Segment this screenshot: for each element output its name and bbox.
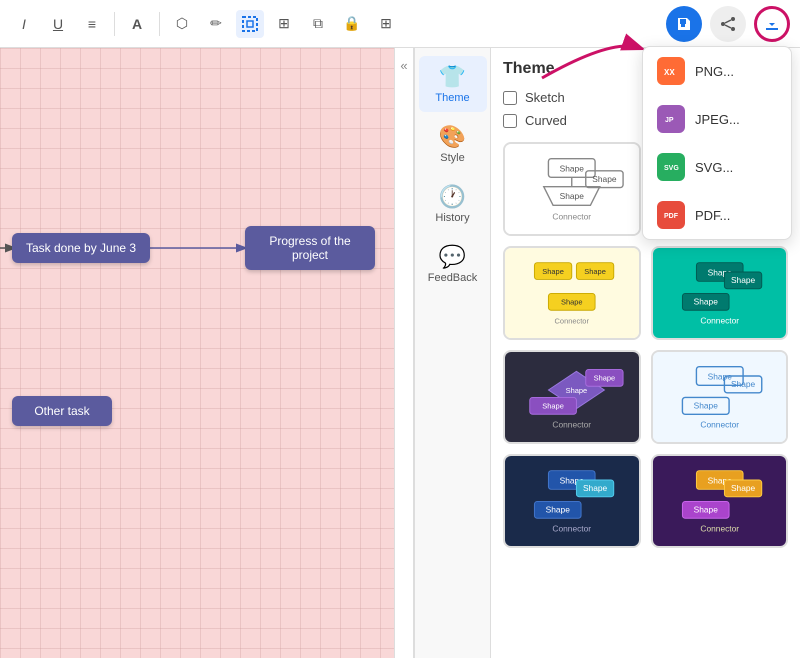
separator1 (114, 12, 115, 36)
node-other[interactable]: Other task (12, 396, 112, 426)
theme-card-teal[interactable]: Shape Shape Shape Connector (651, 246, 789, 340)
svg-text:Shape: Shape (594, 374, 616, 383)
share-button[interactable] (710, 6, 746, 42)
sidebar-item-history[interactable]: 🕐 History (419, 176, 487, 232)
select-button[interactable] (236, 10, 264, 38)
svg-text:SVG: SVG (664, 165, 679, 172)
svg-text:Connector: Connector (700, 523, 739, 533)
jpeg-icon: JP (657, 105, 685, 133)
svg-text:Shape: Shape (707, 372, 732, 382)
svg-text:XX: XX (664, 68, 675, 77)
crop-button[interactable]: ⊞ (270, 10, 298, 38)
theme-card-navy[interactable]: Shape Shape Shape Connector (503, 454, 641, 548)
history-icon: 🕐 (439, 184, 466, 210)
export-pdf[interactable]: PDF PDF... (643, 191, 791, 239)
node-other-label: Other task (34, 404, 89, 418)
lock-button[interactable]: 🔒 (338, 10, 366, 38)
node-progress-label: Progress of theproject (269, 234, 350, 262)
svg-text:Connector: Connector (555, 316, 590, 325)
draw-button[interactable]: ✏ (202, 10, 230, 38)
svg-text:Shape: Shape (592, 174, 617, 184)
theme-card-purple[interactable]: Shape Shape Shape Connector (651, 454, 789, 548)
history-label: History (435, 212, 469, 224)
curved-checkbox[interactable] (503, 114, 517, 128)
style-label: Style (440, 152, 464, 164)
italic-button[interactable]: I (10, 10, 38, 38)
collapse-icon: « (400, 58, 407, 73)
shape-button[interactable]: ⬡ (168, 10, 196, 38)
svg-text:Connector: Connector (552, 211, 591, 221)
node-progress[interactable]: Progress of theproject (245, 226, 375, 270)
separator2 (159, 12, 160, 36)
svg-text:Shape: Shape (561, 298, 583, 307)
export-svg[interactable]: SVG SVG... (643, 143, 791, 191)
export-jpeg-label: JPEG... (695, 112, 740, 127)
svg-text:Shape: Shape (542, 267, 564, 276)
sketch-label: Sketch (525, 90, 565, 105)
theme-card-default[interactable]: Shape Shape Shape Connector (503, 142, 641, 236)
svg-text:Shape: Shape (546, 505, 571, 515)
save-button[interactable] (666, 6, 702, 42)
export-png[interactable]: XX PNG... (643, 47, 791, 95)
svg-text:Shape: Shape (730, 379, 755, 389)
sketch-checkbox[interactable] (503, 91, 517, 105)
canvas-connections (0, 48, 394, 658)
theme-card-lightblue[interactable]: Shape Shape Shape Connector (651, 350, 789, 444)
duplicate-button[interactable]: ⧉ (304, 10, 332, 38)
canvas-area[interactable]: Task done by June 3 Progress of theproje… (0, 48, 394, 658)
node-task[interactable]: Task done by June 3 (12, 233, 150, 263)
svg-text:Shape: Shape (560, 164, 585, 174)
export-png-label: PNG... (695, 64, 734, 79)
svg-text:Shape: Shape (693, 401, 718, 411)
png-icon: XX (657, 57, 685, 85)
svg-text:Shape: Shape (542, 402, 564, 411)
svg-text:Connector: Connector (552, 523, 591, 533)
theme-card-dark[interactable]: Shape Shape Shape Connector (503, 350, 641, 444)
export-jpeg[interactable]: JP JPEG... (643, 95, 791, 143)
text-button[interactable]: A (123, 10, 151, 38)
export-button[interactable] (754, 6, 790, 42)
toolbar-right (666, 6, 790, 42)
svg-text:Shape: Shape (583, 483, 608, 493)
feedback-icon: 💬 (439, 244, 466, 270)
svg-text:Shape: Shape (730, 483, 755, 493)
underline-button[interactable]: U (44, 10, 72, 38)
theme-card-yellow[interactable]: Shape Shape Shape Connector (503, 246, 641, 340)
style-icon: 🎨 (439, 124, 466, 150)
sidebar-item-theme[interactable]: 👕 Theme (419, 56, 487, 112)
sidebar-item-style[interactable]: 🎨 Style (419, 116, 487, 172)
svg-text:Shape: Shape (693, 505, 718, 515)
list-button[interactable]: ≡ (78, 10, 106, 38)
svg-icon: SVG (657, 153, 685, 181)
svg-text:Shape: Shape (566, 386, 588, 395)
svg-text:PDF: PDF (664, 213, 679, 220)
pdf-icon: PDF (657, 201, 685, 229)
grid-button[interactable]: ⊞ (372, 10, 400, 38)
svg-text:Shape: Shape (584, 267, 606, 276)
theme-icon: 👕 (439, 64, 466, 90)
svg-text:Connector: Connector (552, 419, 591, 429)
export-dropdown: XX PNG... JP JPEG... SVG SVG... PDF PDF.… (642, 46, 792, 240)
sidebar-item-feedback[interactable]: 💬 FeedBack (419, 236, 487, 292)
theme-label: Theme (435, 92, 469, 104)
svg-text:Shape: Shape (693, 297, 718, 307)
node-task-label: Task done by June 3 (26, 241, 136, 255)
svg-text:Shape: Shape (560, 191, 585, 201)
svg-text:JP: JP (665, 117, 674, 124)
svg-text:Shape: Shape (730, 275, 755, 285)
toolbar: I U ≡ A ⬡ ✏ ⊞ ⧉ 🔒 ⊞ (0, 0, 800, 48)
curved-label: Curved (525, 113, 567, 128)
export-svg-label: SVG... (695, 160, 733, 175)
panel-toggle[interactable]: « (394, 48, 414, 658)
svg-text:Connector: Connector (700, 315, 739, 325)
export-pdf-label: PDF... (695, 208, 730, 223)
side-panel: 👕 Theme 🎨 Style 🕐 History 💬 FeedBack (414, 48, 490, 658)
feedback-label: FeedBack (428, 272, 478, 284)
svg-text:Connector: Connector (700, 419, 739, 429)
